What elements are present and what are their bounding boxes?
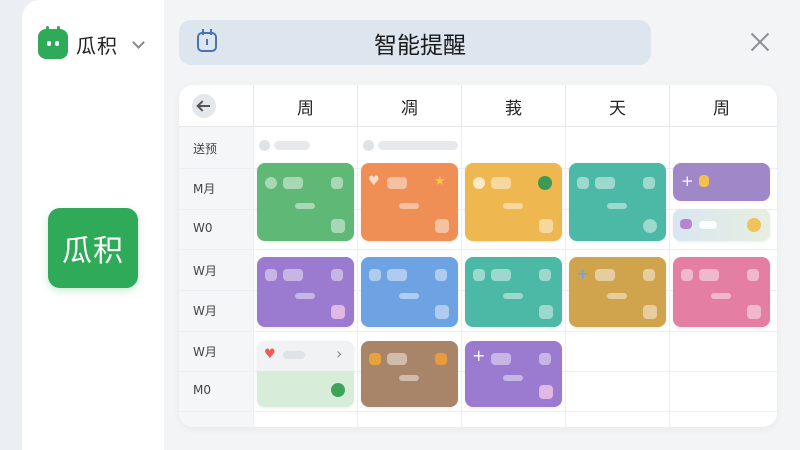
grid-line	[461, 127, 462, 427]
chevron-down-icon	[132, 35, 145, 49]
calendar-icon	[197, 29, 217, 52]
plus-icon: +	[576, 264, 590, 283]
time-label: M月	[193, 182, 216, 196]
grid-line	[179, 249, 777, 250]
day-header-4[interactable]: 天	[565, 85, 669, 127]
grid-line	[669, 127, 670, 427]
app-window: 瓜积 瓜积 周 凋 莪 天 周 送预	[22, 0, 800, 450]
heart-icon: ♥	[368, 174, 380, 189]
event-card-purple[interactable]	[257, 257, 354, 327]
all-day-dot	[259, 140, 270, 151]
time-label: W月	[193, 304, 217, 318]
event-card-mustard[interactable]: +	[569, 257, 666, 327]
close-button[interactable]	[749, 31, 771, 53]
event-card-purple-2[interactable]: +	[465, 341, 562, 407]
time-label: W月	[193, 345, 217, 359]
chevron-right-icon: ›	[336, 344, 343, 363]
day-header-1[interactable]: 周	[253, 85, 357, 127]
event-card-split[interactable]	[673, 209, 770, 241]
event-card-teal[interactable]	[569, 163, 666, 241]
time-label: W0	[193, 221, 213, 235]
star-icon: ★	[434, 174, 446, 189]
plus-icon: +	[681, 172, 694, 190]
sidebar: 瓜积 瓜积	[22, 0, 164, 450]
robot-icon	[38, 26, 68, 59]
app-logo: 瓜积	[48, 208, 138, 288]
app-name: 瓜积	[76, 33, 118, 58]
event-card-blue[interactable]	[361, 257, 458, 327]
day-header-5[interactable]: 周	[669, 85, 773, 127]
event-card-reminder[interactable]: ♥ ›	[257, 341, 354, 407]
heart-icon: ♥	[264, 347, 276, 362]
event-card-lavender[interactable]: +	[673, 163, 770, 201]
event-card-orange[interactable]: ♥ ★	[361, 163, 458, 241]
all-day-dot	[363, 140, 374, 151]
time-label: M0	[193, 383, 211, 397]
plus-icon: +	[472, 346, 486, 365]
all-day-placeholder[interactable]	[378, 141, 458, 150]
day-header-2[interactable]: 凋	[357, 85, 461, 127]
grid-line	[357, 127, 358, 427]
event-card-green[interactable]	[257, 163, 354, 241]
app-switcher[interactable]: 瓜积	[38, 26, 145, 60]
time-label: 送预	[193, 142, 218, 156]
grid-line	[565, 127, 566, 427]
back-arrow-icon[interactable]	[192, 94, 216, 118]
time-label: W月	[193, 264, 217, 278]
week-calendar: 周 凋 莪 天 周 送预 M月 W0 W月 W月 W月 M0 ♥ ★ + + ♥…	[179, 85, 777, 427]
grid-line	[179, 411, 777, 412]
day-header-3[interactable]: 莪	[461, 85, 565, 127]
event-card-yellow[interactable]	[465, 163, 562, 241]
event-card-teal-2[interactable]	[465, 257, 562, 327]
grid-line	[179, 331, 777, 332]
calendar-header: 周 凋 莪 天 周	[179, 85, 777, 127]
event-card-pink[interactable]	[673, 257, 770, 327]
event-card-brown[interactable]	[361, 341, 458, 407]
grid-line	[253, 127, 254, 427]
all-day-placeholder[interactable]	[274, 141, 310, 150]
search-bar[interactable]	[179, 20, 651, 65]
search-input[interactable]	[179, 20, 651, 65]
